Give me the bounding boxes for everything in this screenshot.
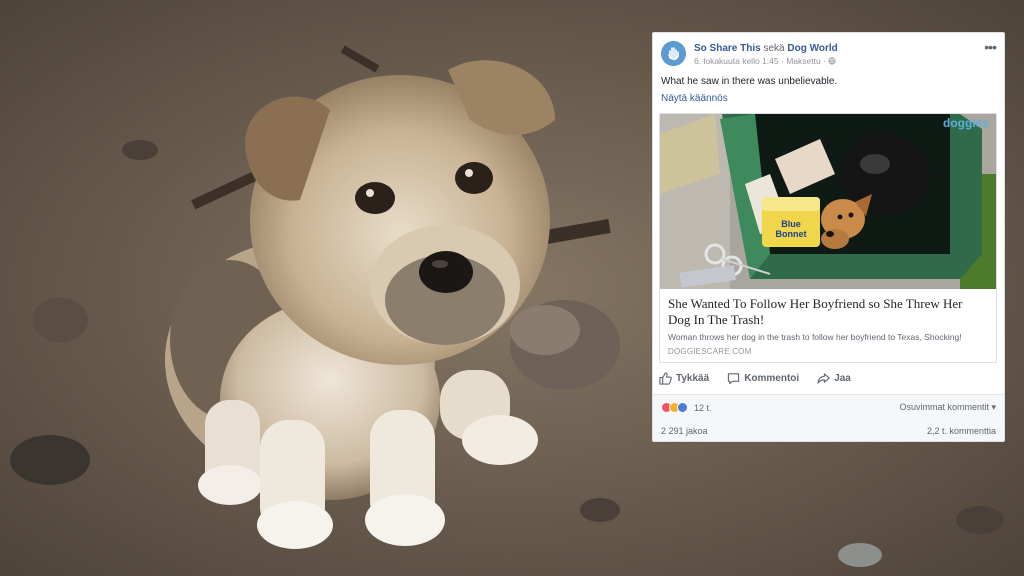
reaction-count[interactable]: 12 t. (694, 403, 712, 413)
like-button[interactable]: Tykkää (659, 371, 710, 385)
link-domain: DOGGIESCARE.COM (668, 347, 752, 356)
share-label: Jaa (834, 372, 851, 384)
thumbs-up-icon (659, 371, 672, 385)
like-label: Tykkää (676, 372, 710, 384)
post-action-bar: Tykkää Kommentoi Jaa (659, 367, 999, 389)
page-name-link[interactable]: So Share This (694, 43, 761, 54)
box-label-2: Bonnet (776, 229, 807, 239)
coauthor-name-link[interactable]: Dog World (787, 43, 837, 54)
comment-sort-dropdown[interactable]: Osuvimmat kommentit ▾ (899, 402, 996, 413)
link-title[interactable]: She Wanted To Follow Her Boyfriend so Sh… (668, 296, 988, 328)
comment-icon (728, 372, 740, 384)
post-header: So Share This sekä Dog World 6. lokakuut… (653, 33, 1004, 71)
see-translation-link[interactable]: Näytä käännös (653, 89, 1004, 104)
link-description: Woman throws her dog in the trash to fol… (668, 332, 962, 342)
doggies-logo: doggies (943, 116, 989, 130)
link-attachment[interactable]: Blue Bonnet doggies She Wanted To Follow… (659, 113, 997, 363)
page-avatar[interactable] (661, 41, 686, 66)
reaction-icons[interactable] (661, 402, 688, 413)
share-button[interactable]: Jaa (817, 372, 851, 385)
like-reaction-icon (677, 402, 688, 413)
sponsored-label[interactable]: Maksettu (786, 56, 821, 66)
joiner-text: sekä (763, 43, 785, 54)
hand-logo-icon (661, 41, 686, 66)
stats-bar: 2 291 jakoa 2,2 t. kommenttia (653, 420, 1004, 441)
facebook-post-card: So Share This sekä Dog World 6. lokakuut… (652, 32, 1005, 442)
post-meta: So Share This sekä Dog World 6. lokakuut… (694, 42, 980, 68)
post-date[interactable]: 6. lokakuuta kello 1:45 (694, 56, 779, 66)
link-preview-image[interactable]: Blue Bonnet doggies (660, 114, 996, 289)
comment-label: Kommentoi (744, 372, 800, 384)
reactions-bar: 12 t. Osuvimmat kommentit ▾ (653, 394, 1004, 420)
globe-icon (828, 57, 836, 65)
meta-separator-2: · (823, 56, 826, 66)
share-count[interactable]: 2 291 jakoa (661, 426, 708, 436)
link-texts: She Wanted To Follow Her Boyfriend so Sh… (660, 289, 996, 362)
post-options-menu[interactable]: ••• (984, 39, 997, 55)
comment-count[interactable]: 2,2 t. kommenttia (927, 426, 996, 436)
post-text: What he saw in there was unbelievable. (661, 76, 838, 87)
comment-button[interactable]: Kommentoi (727, 372, 799, 385)
meta-separator: · (780, 56, 784, 66)
share-arrow-icon (817, 372, 830, 384)
box-label-1: Blue (781, 219, 801, 229)
